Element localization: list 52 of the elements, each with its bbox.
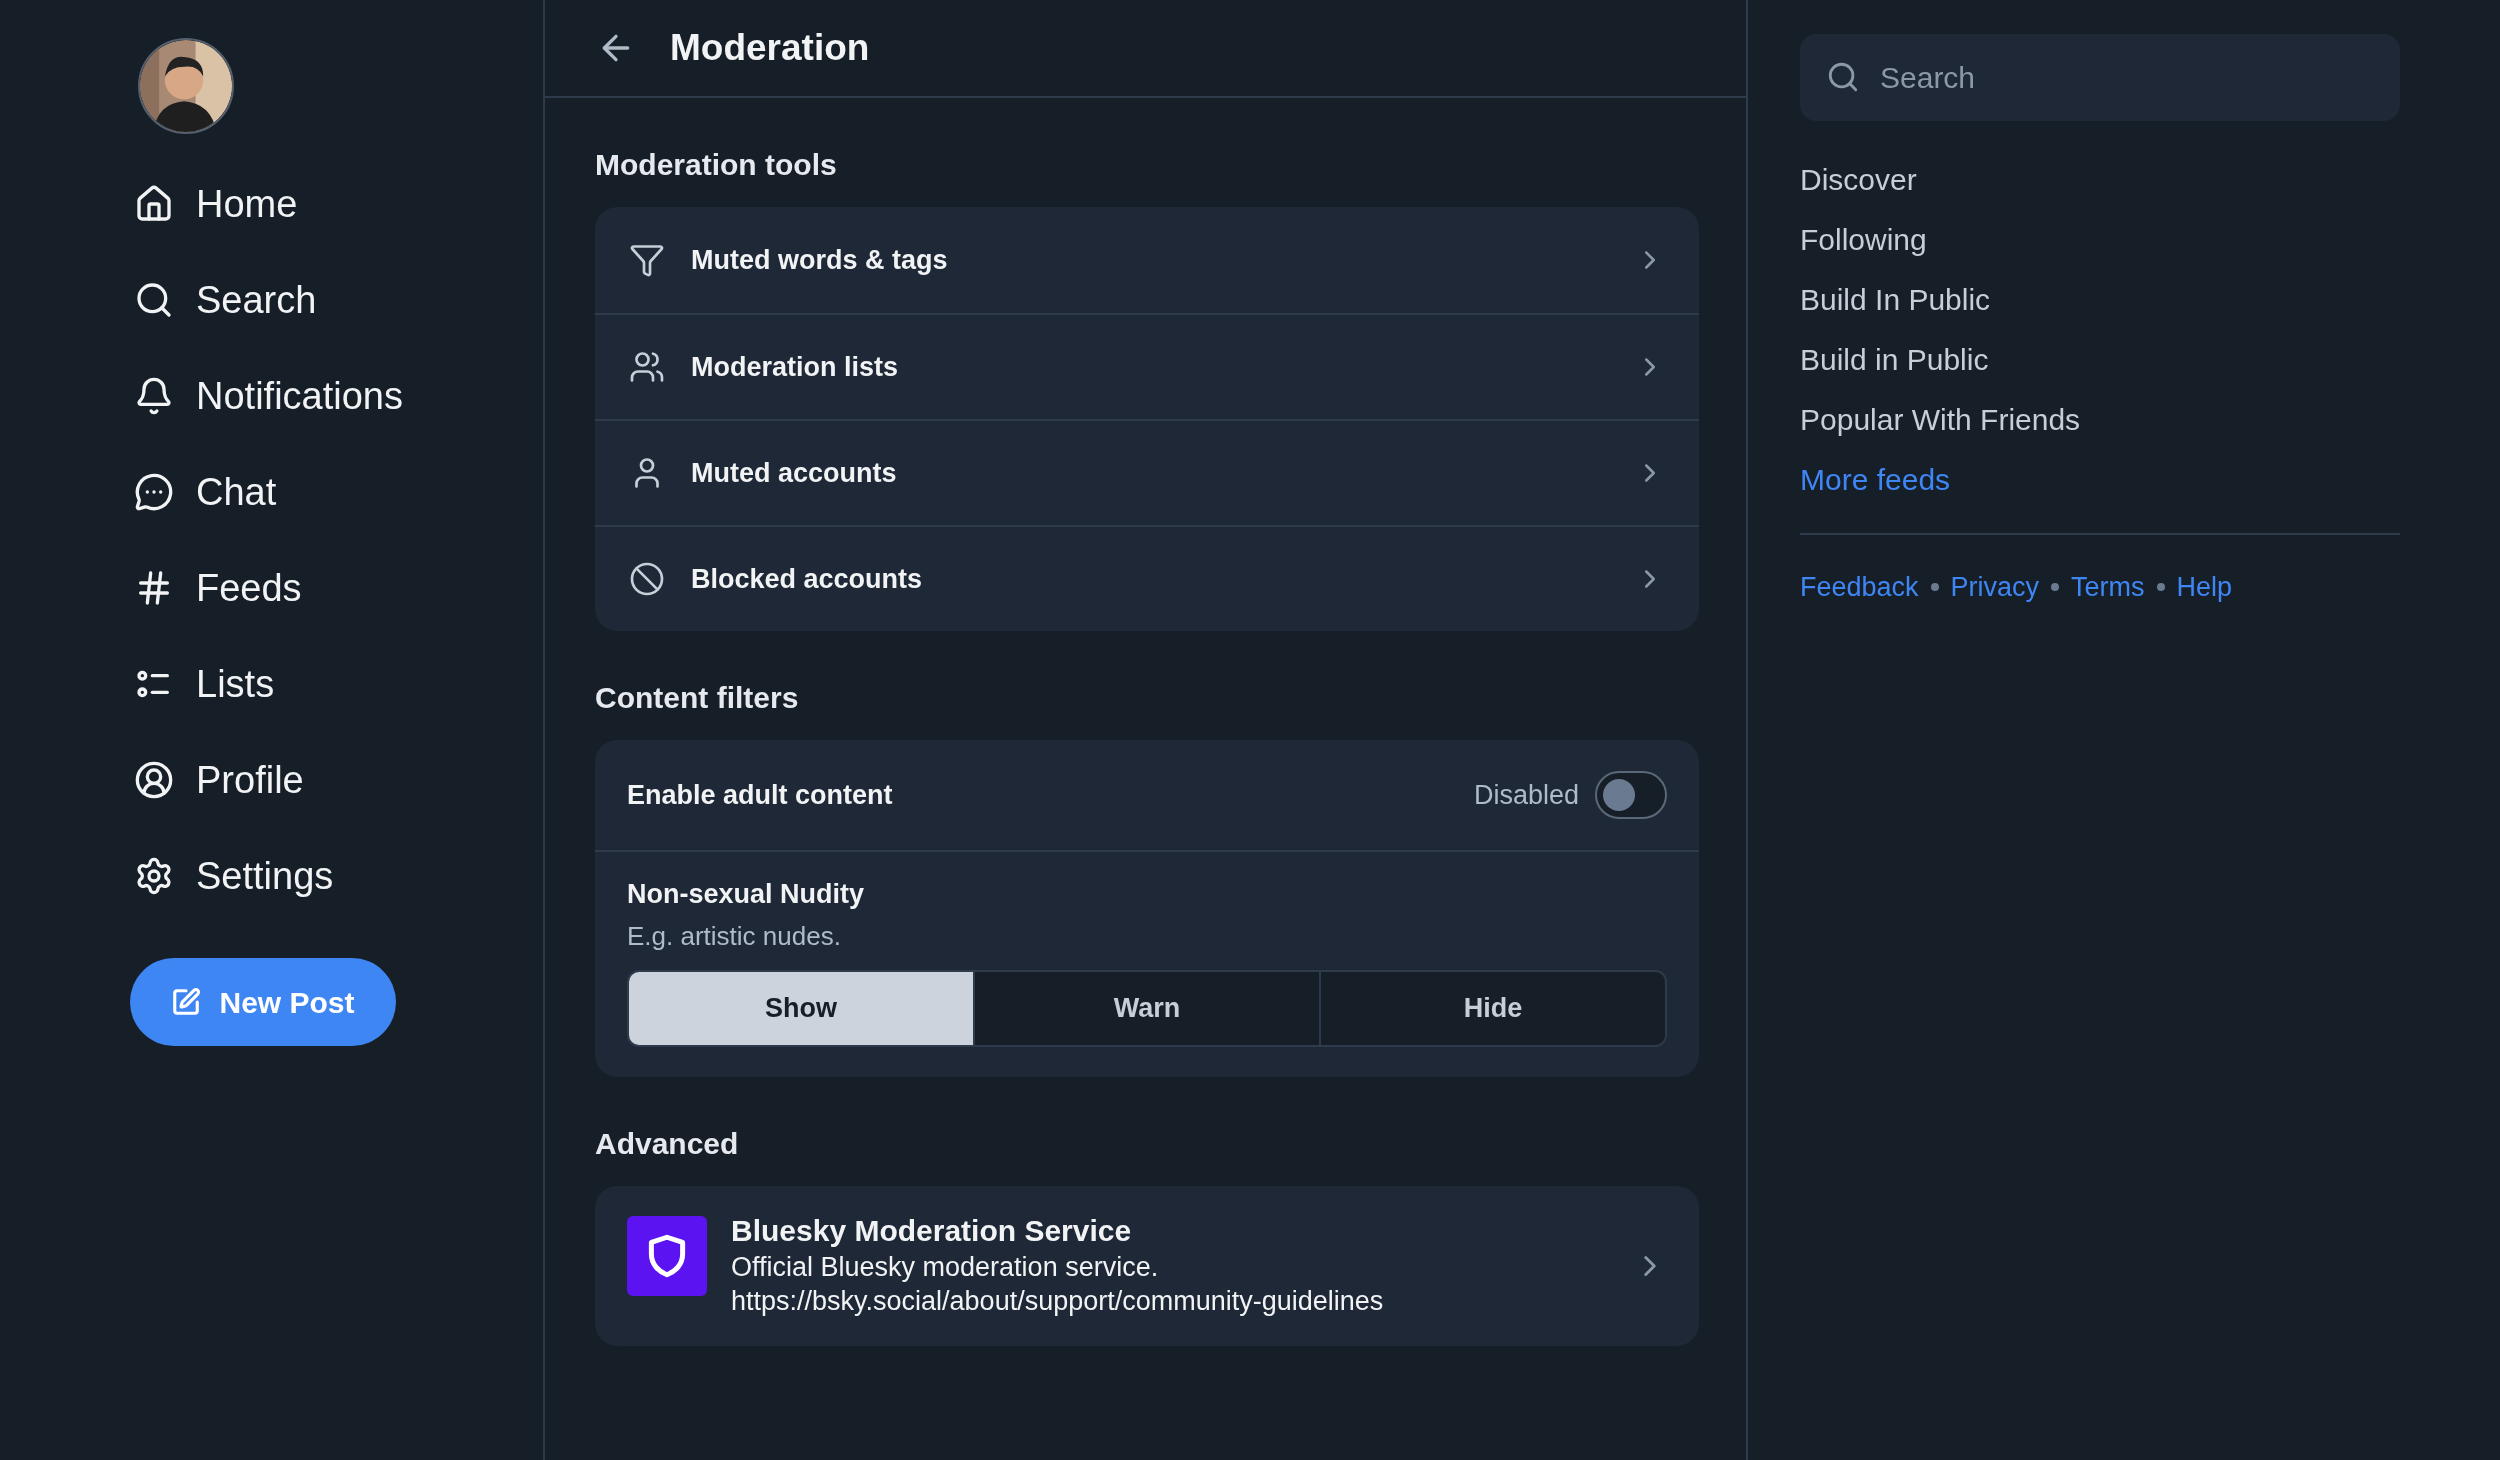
nav-item[interactable]: Home <box>130 156 543 252</box>
feed-link[interactable]: Build In Public <box>1800 281 1991 319</box>
settings-icon <box>134 856 174 896</box>
nav-item[interactable]: Profile <box>130 732 543 828</box>
home-icon <box>134 184 174 224</box>
nav-item[interactable]: Settings <box>130 828 543 924</box>
section-heading: Content filters <box>595 680 799 716</box>
service-card[interactable]: Bluesky Moderation Service Official Bluesky moderation service. https://bsky.social/about/support/community-guidelines <box>595 1185 1699 1346</box>
service-url: https://bsky.social/about/support/community-guidelines <box>731 1284 1384 1318</box>
nav-item[interactable]: Chat <box>130 444 543 540</box>
section-heading: Moderation tools <box>595 147 837 183</box>
settings-row[interactable]: Muted words & tags <box>595 207 1699 313</box>
settings-row[interactable]: Muted accounts <box>595 419 1699 525</box>
feed-link[interactable]: Discover <box>1800 161 1917 199</box>
chat-bubble-icon <box>134 472 174 512</box>
feed-link[interactable]: Following <box>1800 221 1927 259</box>
feed-link[interactable]: Build in Public <box>1800 341 1989 379</box>
nav-item[interactable]: Feeds <box>130 540 543 636</box>
section-heading: Advanced <box>595 1125 739 1162</box>
bell-icon <box>134 376 174 416</box>
more-feeds-link[interactable]: More feeds <box>1800 461 1951 499</box>
toggle-switch[interactable] <box>1595 771 1667 819</box>
nav-item[interactable]: Notifications <box>130 348 543 444</box>
setting-label: Enable adult content <box>627 778 894 812</box>
search-icon <box>1826 60 1860 94</box>
segment-option[interactable]: Show <box>629 971 973 1045</box>
toggle-status: Disabled <box>1473 778 1579 812</box>
ban-icon <box>629 561 665 597</box>
footer-link[interactable]: Help <box>2176 567 2233 608</box>
filter-description: E.g. artistic nudes. <box>627 919 841 953</box>
search-field[interactable]: Search <box>1800 34 2400 121</box>
search-icon <box>134 280 174 320</box>
service-name: Bluesky Moderation Service <box>731 1213 1132 1248</box>
page-title: Moderation <box>670 26 870 71</box>
feed-link[interactable]: Popular With Friends <box>1800 401 2081 439</box>
shield-icon <box>627 1215 707 1296</box>
nav-item[interactable]: Lists <box>130 636 543 732</box>
funnel-icon <box>629 242 665 278</box>
settings-row[interactable]: Blocked accounts <box>595 525 1699 631</box>
filter-title: Non-sexual Nudity <box>627 878 865 911</box>
segment-option[interactable]: Warn <box>973 971 1319 1045</box>
users-icon <box>629 349 665 385</box>
footer-link[interactable]: Terms <box>2071 567 2145 608</box>
nav-item[interactable]: Search <box>130 252 543 348</box>
footer-link[interactable]: Feedback <box>1800 567 1919 608</box>
user-circle-icon <box>134 760 174 800</box>
compose-icon <box>171 987 202 1017</box>
new-post-button[interactable]: New Post <box>130 958 396 1046</box>
settings-row[interactable]: Moderation lists <box>595 313 1699 419</box>
footer-link[interactable]: Privacy <box>1950 567 2040 608</box>
service-description: Official Bluesky moderation service. <box>731 1250 1159 1284</box>
segment-option[interactable]: Hide <box>1319 971 1665 1045</box>
